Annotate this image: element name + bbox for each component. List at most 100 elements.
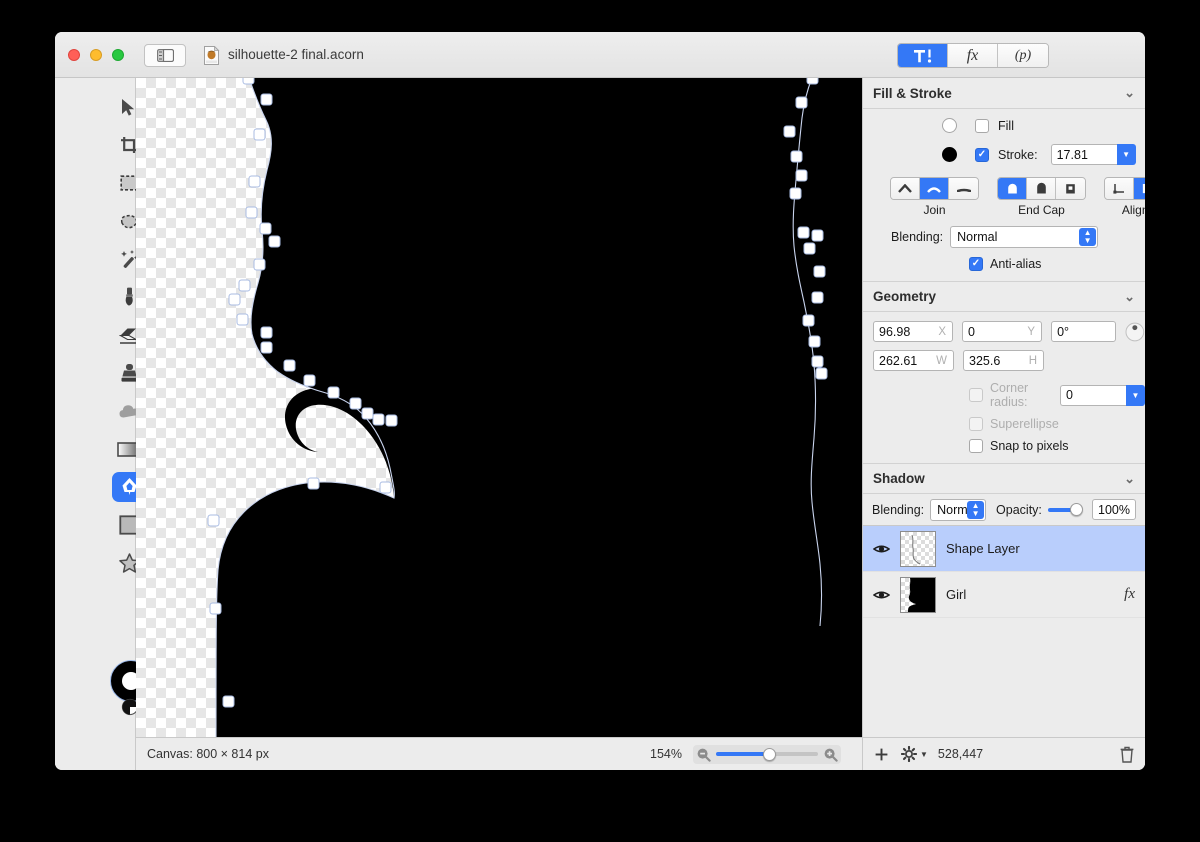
fill-checkbox[interactable] bbox=[975, 118, 989, 133]
shadow-opacity-value[interactable]: 100% bbox=[1092, 499, 1136, 520]
end-cap-label: End Cap bbox=[1018, 203, 1065, 217]
zoom-in-icon[interactable] bbox=[823, 747, 838, 762]
layer-row-shape-layer[interactable]: Shape Layer bbox=[863, 526, 1145, 572]
canvas-checkerboard[interactable] bbox=[136, 78, 862, 737]
blending-stepper-icon[interactable]: ▲ ▼ bbox=[1079, 228, 1097, 246]
end-cap-segments[interactable] bbox=[997, 177, 1086, 200]
blending-popup[interactable]: Normal ▲ ▼ bbox=[950, 226, 1099, 248]
canvas-area[interactable] bbox=[136, 78, 862, 737]
shadow-blending-row: Blending: Normal ▲ ▼ Opacity: 100% bbox=[863, 494, 1145, 526]
document-title: silhouette-2 final.acorn bbox=[228, 47, 364, 62]
shadow-opacity-knob[interactable] bbox=[1070, 502, 1084, 516]
geometry-y-field[interactable]: 0 Y bbox=[962, 321, 1043, 342]
corner-radius-field[interactable]: 0 ▼ bbox=[1060, 384, 1145, 406]
stroke-width-value[interactable]: 17.81 bbox=[1050, 144, 1117, 165]
shadow-opacity-label: Opacity: bbox=[996, 502, 1042, 517]
stroke-row: Stroke: 17.81 ▼ bbox=[942, 144, 1145, 165]
fill-label: Fill bbox=[998, 118, 1014, 133]
stroke-width-dropdown[interactable]: ▼ bbox=[1116, 144, 1136, 165]
zoom-level-label: 154% bbox=[650, 747, 682, 761]
acorn-document-icon bbox=[204, 46, 220, 65]
stroke-width-field[interactable]: 17.81 ▼ bbox=[1050, 144, 1136, 165]
bevel-join-icon[interactable] bbox=[949, 178, 978, 199]
layer-name-girl: Girl bbox=[946, 587, 967, 602]
superellipse-label: Superellipse bbox=[990, 417, 1059, 431]
geometry-row-2: 262.61 W 325.6 H bbox=[873, 350, 1145, 371]
geometry-h-value: 325.6 bbox=[969, 353, 1001, 368]
close-window-button[interactable] bbox=[68, 49, 80, 61]
corner-radius-checkbox[interactable] bbox=[969, 388, 983, 402]
snap-to-pixels-checkbox[interactable] bbox=[969, 439, 983, 453]
geometry-w-unit: W bbox=[936, 354, 947, 367]
square-cap-icon[interactable] bbox=[1027, 178, 1056, 199]
geometry-header[interactable]: Geometry ⌄ bbox=[863, 281, 1145, 312]
chevron-down-icon[interactable]: ⌄ bbox=[1124, 471, 1135, 487]
round-cap-icon[interactable] bbox=[998, 178, 1027, 199]
fill-color-swatch[interactable] bbox=[942, 118, 957, 133]
eye-visibility-icon[interactable] bbox=[873, 543, 890, 555]
align-inside-icon[interactable] bbox=[1105, 178, 1134, 199]
sidebar-toggle-button[interactable] bbox=[144, 44, 186, 67]
join-label: Join bbox=[923, 203, 946, 217]
stroke-color-swatch[interactable] bbox=[942, 147, 957, 162]
zoom-slider-track[interactable] bbox=[716, 747, 818, 761]
superellipse-row: Superellipse bbox=[969, 417, 1145, 431]
tab-tools-inspector[interactable] bbox=[898, 44, 948, 67]
geometry-x-field[interactable]: 96.98 X bbox=[873, 321, 954, 342]
geometry-h-field[interactable]: 325.6 H bbox=[963, 350, 1044, 371]
layer-name-shape: Shape Layer bbox=[946, 541, 1020, 556]
tab-filters[interactable]: fx bbox=[948, 44, 998, 67]
trash-icon[interactable] bbox=[1120, 746, 1134, 763]
layer-fx-badge[interactable]: fx bbox=[1124, 586, 1135, 603]
tab-presets[interactable]: (p) bbox=[998, 44, 1048, 67]
canvas-size-label: Canvas: 800 × 814 px bbox=[147, 747, 269, 761]
geometry-w-value: 262.61 bbox=[879, 353, 918, 368]
round-join-icon[interactable] bbox=[920, 178, 949, 199]
inspector-mode-segments[interactable]: fx (p) bbox=[897, 43, 1049, 68]
zoom-slider-knob[interactable] bbox=[762, 747, 776, 761]
zoom-out-icon[interactable] bbox=[696, 747, 711, 762]
antialias-checkbox[interactable] bbox=[969, 257, 983, 271]
gear-dropdown-arrow[interactable]: ▼ bbox=[920, 750, 928, 759]
rotation-knob-icon[interactable] bbox=[1125, 322, 1145, 342]
alignment-group: Alignment bbox=[1104, 177, 1145, 217]
corner-radius-value[interactable]: 0 bbox=[1060, 384, 1126, 406]
join-segments[interactable] bbox=[890, 177, 979, 200]
layer-thumbnail-girl bbox=[900, 576, 936, 613]
join-group: Join bbox=[890, 177, 979, 217]
geometry-x-value: 96.98 bbox=[879, 324, 911, 339]
zoom-slider-control[interactable] bbox=[693, 744, 841, 764]
shadow-header[interactable]: Shadow ⌄ bbox=[863, 463, 1145, 494]
corner-radius-dropdown[interactable]: ▼ bbox=[1126, 384, 1145, 406]
blending-label: Blending: bbox=[891, 230, 944, 244]
alignment-segments[interactable] bbox=[1104, 177, 1145, 200]
geometry-y-value: 0 bbox=[968, 324, 975, 339]
shadow-blending-stepper-icon[interactable]: ▲ ▼ bbox=[967, 500, 985, 519]
geometry-rotation-value: 0° bbox=[1057, 324, 1070, 339]
shadow-title: Shadow bbox=[873, 471, 925, 486]
maximize-window-button[interactable] bbox=[112, 49, 124, 61]
gear-icon[interactable] bbox=[901, 746, 917, 762]
stroke-checkbox[interactable] bbox=[975, 147, 989, 162]
miter-join-icon[interactable] bbox=[891, 178, 920, 199]
geometry-w-field[interactable]: 262.61 W bbox=[873, 350, 954, 371]
butt-cap-icon[interactable] bbox=[1056, 178, 1085, 199]
minimize-window-button[interactable] bbox=[90, 49, 102, 61]
align-center-icon[interactable] bbox=[1134, 178, 1145, 199]
eye-visibility-icon[interactable] bbox=[873, 589, 890, 601]
geometry-x-unit: X bbox=[938, 325, 947, 338]
shadow-opacity-slider[interactable] bbox=[1047, 502, 1084, 516]
geometry-title: Geometry bbox=[873, 289, 937, 304]
fill-stroke-header[interactable]: Fill & Stroke ⌄ bbox=[863, 78, 1145, 109]
antialias-label: Anti-alias bbox=[990, 257, 1042, 271]
tools-inspector-icon bbox=[913, 49, 931, 63]
snap-to-pixels-row: Snap to pixels bbox=[969, 439, 1145, 453]
chevron-down-icon[interactable]: ⌄ bbox=[1124, 85, 1135, 101]
chevron-down-icon[interactable]: ⌄ bbox=[1124, 289, 1135, 305]
layer-row-girl[interactable]: Girl fx bbox=[863, 572, 1145, 618]
fill-stroke-title: Fill & Stroke bbox=[873, 85, 952, 101]
plus-icon[interactable] bbox=[874, 747, 889, 762]
shadow-blending-popup[interactable]: Normal ▲ ▼ bbox=[930, 498, 987, 521]
geometry-rotation-field[interactable]: 0° bbox=[1051, 321, 1117, 342]
superellipse-checkbox[interactable] bbox=[969, 417, 983, 431]
